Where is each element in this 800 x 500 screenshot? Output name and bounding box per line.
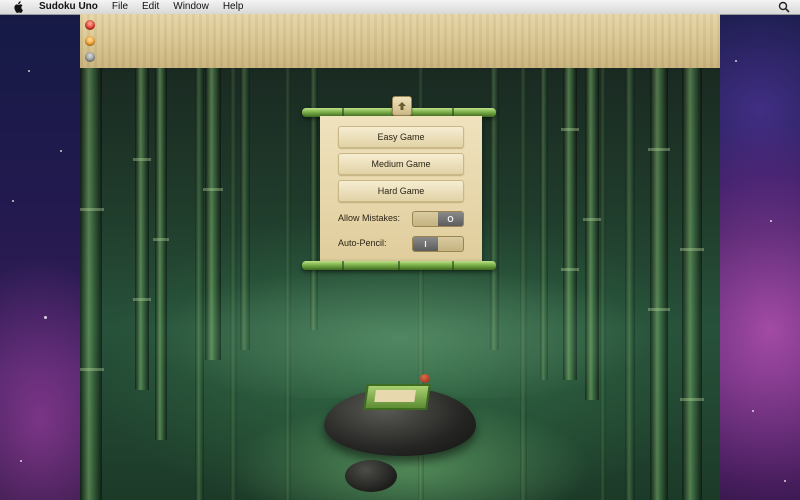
toggle-state: O bbox=[447, 214, 454, 224]
medium-game-button[interactable]: Medium Game bbox=[338, 153, 464, 175]
apple-icon[interactable] bbox=[12, 1, 24, 13]
close-button[interactable] bbox=[85, 20, 95, 30]
stone bbox=[345, 460, 397, 492]
bamboo-forest-scene: Easy Game Medium Game Hard Game Allow Mi… bbox=[80, 68, 720, 500]
stone-ball bbox=[420, 374, 430, 383]
auto-pencil-toggle[interactable]: I bbox=[412, 236, 464, 252]
game-menu-scroll: Easy Game Medium Game Hard Game Allow Mi… bbox=[320, 116, 482, 264]
window-titlebar bbox=[80, 14, 720, 69]
hard-game-button[interactable]: Hard Game bbox=[338, 180, 464, 202]
toggle-state: I bbox=[424, 239, 427, 249]
minimize-button[interactable] bbox=[85, 36, 95, 46]
game-window: Easy Game Medium Game Hard Game Allow Mi… bbox=[80, 14, 720, 500]
allow-mistakes-label: Allow Mistakes: bbox=[338, 213, 401, 223]
menu-edit[interactable]: Edit bbox=[135, 0, 166, 14]
spotlight-search-icon[interactable] bbox=[778, 1, 790, 13]
up-arrow-icon bbox=[398, 102, 406, 110]
menu-app-name[interactable]: Sudoku Uno bbox=[32, 0, 105, 14]
menu-help[interactable]: Help bbox=[216, 0, 251, 14]
collapse-menu-button[interactable] bbox=[392, 96, 412, 116]
scroll-bottom-rod bbox=[302, 261, 496, 270]
menu-bar: Sudoku Uno File Edit Window Help bbox=[0, 0, 800, 15]
auto-pencil-label: Auto-Pencil: bbox=[338, 238, 387, 248]
allow-mistakes-toggle[interactable]: O bbox=[412, 211, 464, 227]
sudoku-board-ornament bbox=[363, 384, 431, 410]
menu-window[interactable]: Window bbox=[166, 0, 216, 14]
easy-game-button[interactable]: Easy Game bbox=[338, 126, 464, 148]
zoom-button[interactable] bbox=[85, 52, 95, 62]
menu-file[interactable]: File bbox=[105, 0, 135, 14]
